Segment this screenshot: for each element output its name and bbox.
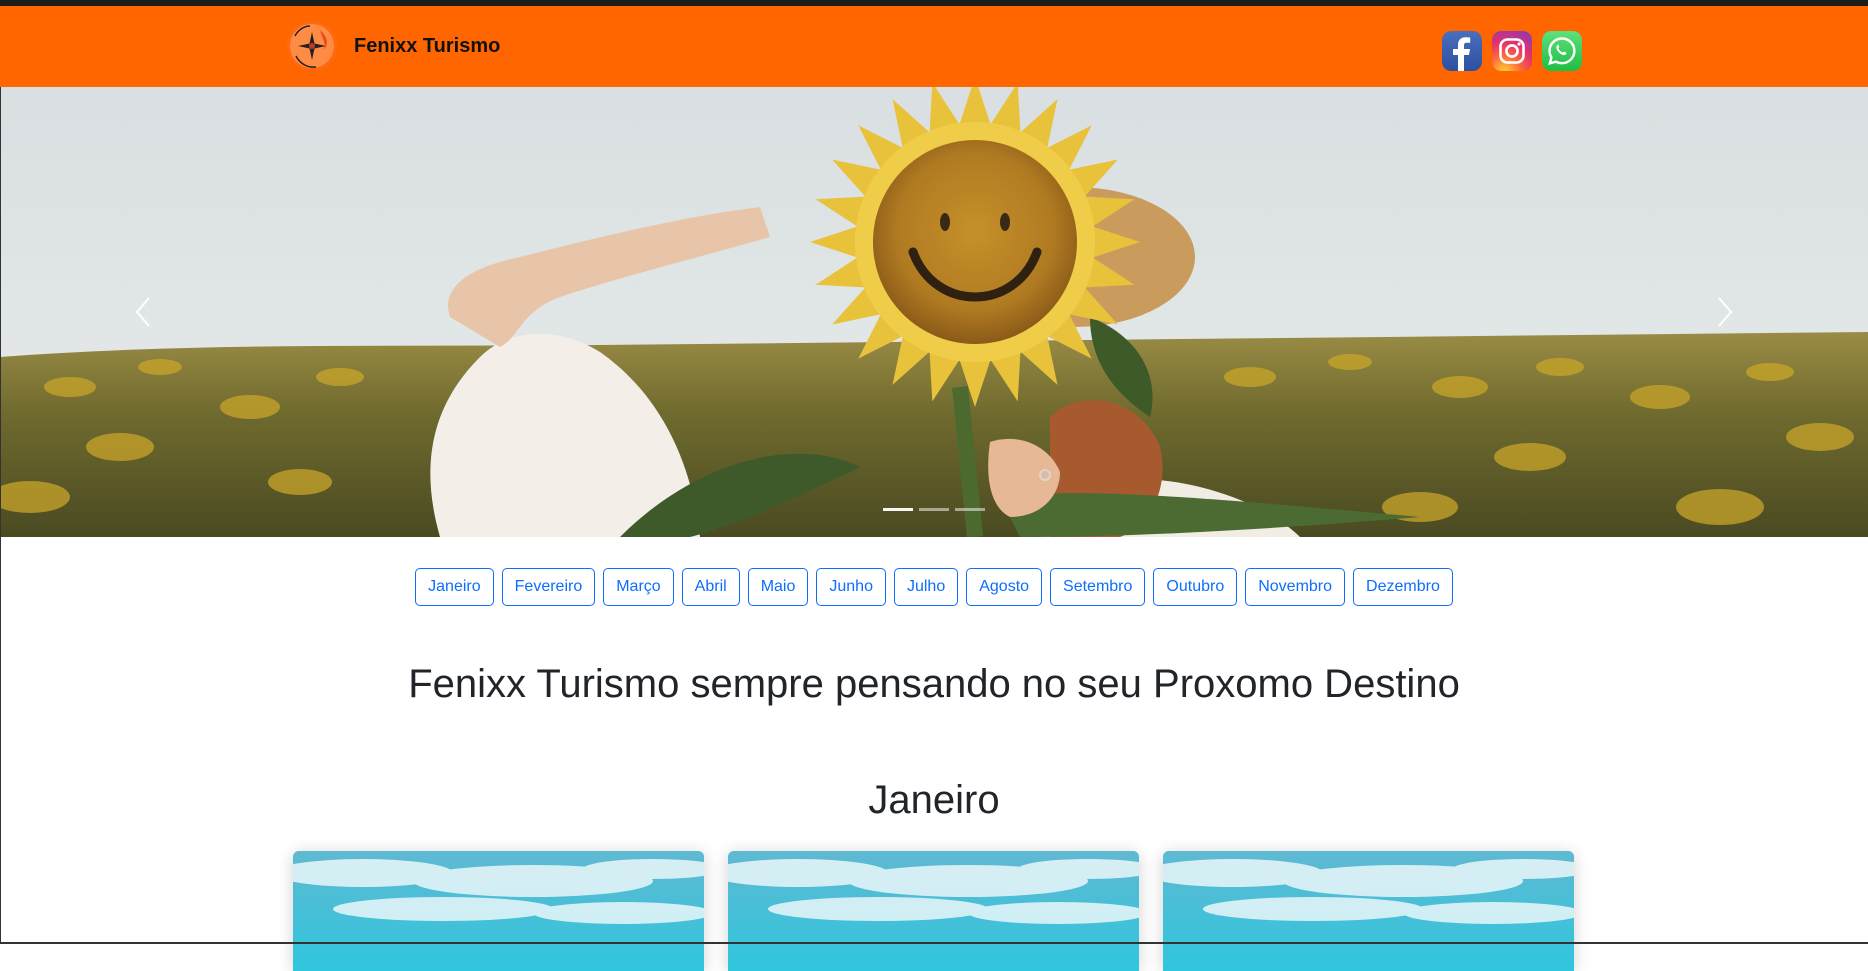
month-button-fevereiro[interactable]: Fevereiro xyxy=(501,568,596,606)
whatsapp-link[interactable] xyxy=(1542,31,1582,71)
month-button-setembro[interactable]: Setembro xyxy=(1050,568,1146,606)
month-button-novembro[interactable]: Novembro xyxy=(1245,568,1346,606)
facebook-icon xyxy=(1442,31,1482,71)
social-links xyxy=(1442,31,1582,71)
month-button-agosto[interactable]: Agosto xyxy=(966,568,1043,606)
destination-card[interactable] xyxy=(293,851,704,971)
hero-image xyxy=(0,87,1868,537)
destination-card[interactable] xyxy=(728,851,1139,971)
card-image xyxy=(728,851,1139,971)
month-button-abril[interactable]: Abril xyxy=(681,568,740,606)
section-title: Janeiro xyxy=(868,778,1000,822)
carousel-indicators xyxy=(0,508,1868,511)
destination-cards xyxy=(293,851,1574,971)
carousel-next-button[interactable] xyxy=(1680,267,1770,357)
instagram-link[interactable] xyxy=(1492,31,1532,71)
fenixx-logo-icon xyxy=(287,21,337,71)
month-button-julho[interactable]: Julho xyxy=(893,568,959,606)
card-image xyxy=(1163,851,1574,971)
carousel-indicator-3[interactable] xyxy=(955,508,985,511)
brand-link[interactable]: Fenixx Turismo xyxy=(286,20,500,72)
month-button-outubro[interactable]: Outubro xyxy=(1153,568,1238,606)
chevron-left-icon xyxy=(135,297,150,327)
month-button-junho[interactable]: Junho xyxy=(816,568,886,606)
instagram-icon xyxy=(1492,31,1532,71)
facebook-link[interactable] xyxy=(1442,31,1482,71)
carousel-indicator-1[interactable] xyxy=(883,508,913,511)
carousel-indicator-2[interactable] xyxy=(919,508,949,511)
month-button-marco[interactable]: Março xyxy=(603,568,674,606)
destination-card[interactable] xyxy=(1163,851,1574,971)
chevron-right-icon xyxy=(1718,297,1733,327)
month-nav: Janeiro Fevereiro Março Abril Maio Junho… xyxy=(0,568,1868,606)
card-image xyxy=(293,851,704,971)
brand-name: Fenixx Turismo xyxy=(354,34,501,57)
navbar: Fenixx Turismo xyxy=(0,6,1868,87)
hero-carousel xyxy=(0,87,1868,537)
window-edge-left xyxy=(0,87,1,944)
month-button-maio[interactable]: Maio xyxy=(747,568,809,606)
whatsapp-icon xyxy=(1542,31,1582,71)
page-headline: Fenixx Turismo sempre pensando no seu Pr… xyxy=(408,662,1460,706)
month-button-janeiro[interactable]: Janeiro xyxy=(415,568,494,606)
month-button-dezembro[interactable]: Dezembro xyxy=(1353,568,1453,606)
carousel-prev-button[interactable] xyxy=(98,267,188,357)
